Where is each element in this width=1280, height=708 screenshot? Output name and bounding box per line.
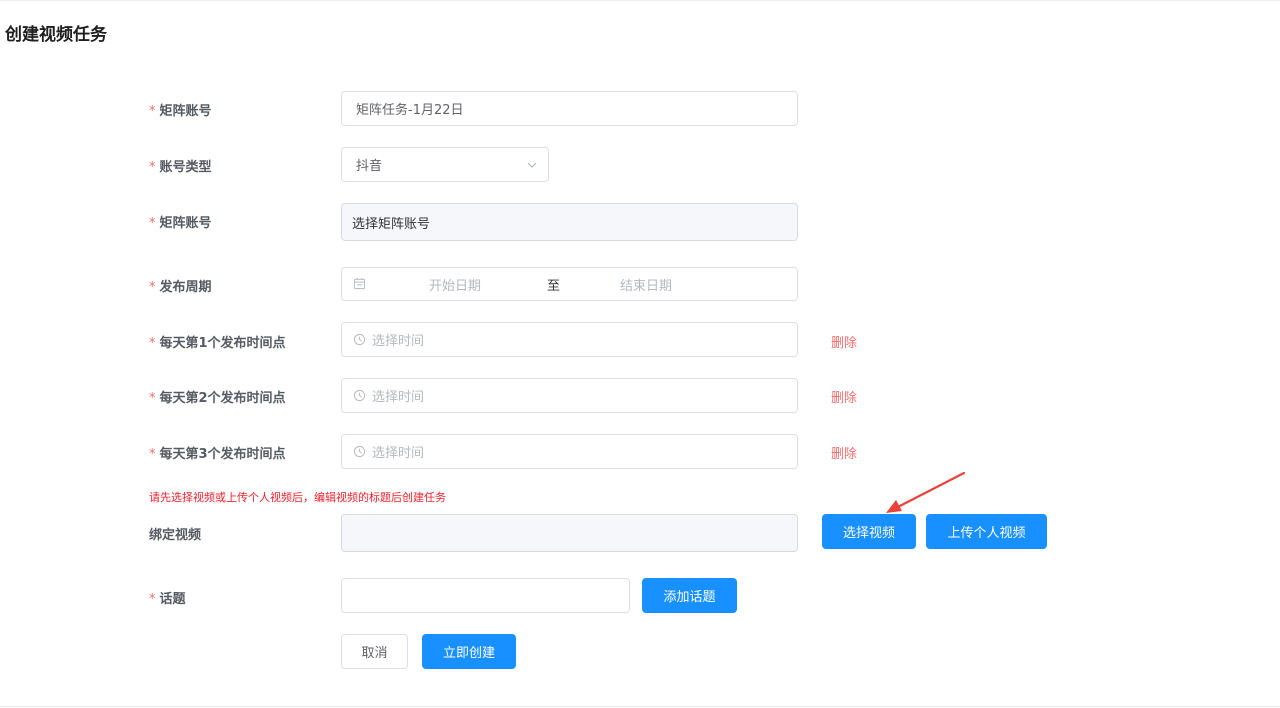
topic-input[interactable] [341,578,630,613]
required-mark: * [149,216,156,231]
account-type-selected: 抖音 [356,159,383,174]
create-now-button[interactable]: 立即创建 [422,634,516,669]
required-mark: * [149,160,156,175]
video-hint-text: 请先选择视频或上传个人视频后，编辑视频的标题后创建任务 [149,491,446,504]
time-point-1-label-text: 每天第1个发布时间点 [159,336,286,351]
bind-video-field [341,514,798,552]
time-point-3-picker[interactable]: 选择时间 [341,434,798,469]
publish-period-label-text: 发布周期 [159,280,212,295]
cancel-button[interactable]: 取消 [341,634,408,669]
time-point-2-picker[interactable]: 选择时间 [341,378,798,413]
delete-time-point-1-button[interactable]: 删除 [831,332,857,351]
select-video-button[interactable]: 选择视频 [822,514,916,549]
time-point-1-picker[interactable]: 选择时间 [341,322,798,357]
time-point-3-placeholder: 选择时间 [372,446,425,461]
matrix-name-label: * 矩阵账号 [149,100,212,119]
required-mark: * [149,104,156,119]
bind-video-label-text: 绑定视频 [149,528,202,543]
matrix-name-value: 矩阵任务-1月22日 [356,103,464,118]
page-title: 创建视频任务 [5,25,107,45]
required-mark: * [149,336,156,351]
matrix-name-input[interactable]: 矩阵任务-1月22日 [341,91,798,126]
clock-icon [353,389,366,402]
create-video-task-page: 创建视频任务 * 矩阵账号 矩阵任务-1月22日 * 账号类型 抖音 * 矩阵账号 选… [0,0,1280,708]
end-date-input[interactable]: 结束日期 [620,275,672,294]
annotation-arrow-icon [886,471,966,513]
bind-video-label: 绑定视频 [149,524,201,543]
clock-icon [353,445,366,458]
topic-label-text: 话题 [159,592,186,607]
topic-label: * 话题 [149,588,186,607]
account-type-label: * 账号类型 [149,156,212,175]
add-topic-button[interactable]: 添加话题 [642,578,737,613]
required-mark: * [149,592,156,607]
clock-icon [353,333,366,346]
matrix-name-label-text: 矩阵账号 [159,104,212,119]
chevron-down-icon [527,162,537,168]
start-date-input[interactable]: 开始日期 [429,275,481,294]
required-mark: * [149,391,156,406]
bottom-divider [0,706,1280,707]
matrix-account-label: * 矩阵账号 [149,212,212,231]
date-range-separator: 至 [547,278,561,294]
required-mark: * [149,280,156,295]
time-point-2-label: * 每天第2个发布时间点 [149,387,286,406]
time-point-1-placeholder: 选择时间 [372,334,425,349]
calendar-icon [353,277,366,290]
required-mark: * [149,447,156,462]
account-type-select[interactable]: 抖音 [341,147,549,182]
publish-period-label: * 发布周期 [149,276,212,295]
upload-personal-video-button[interactable]: 上传个人视频 [926,514,1047,549]
publish-period-range-picker[interactable]: 开始日期 至 结束日期 [341,267,798,301]
matrix-account-picker[interactable]: 选择矩阵账号 [341,203,798,241]
delete-time-point-2-button[interactable]: 删除 [831,387,857,406]
delete-time-point-3-button[interactable]: 删除 [831,443,857,462]
time-point-3-label: * 每天第3个发布时间点 [149,443,286,462]
matrix-account-value: 选择矩阵账号 [352,216,431,232]
time-point-3-label-text: 每天第3个发布时间点 [159,447,286,462]
account-type-label-text: 账号类型 [159,160,212,175]
matrix-account-label-text: 矩阵账号 [159,216,212,231]
time-point-1-label: * 每天第1个发布时间点 [149,332,286,351]
time-point-2-label-text: 每天第2个发布时间点 [159,391,286,406]
time-point-2-placeholder: 选择时间 [372,390,425,405]
